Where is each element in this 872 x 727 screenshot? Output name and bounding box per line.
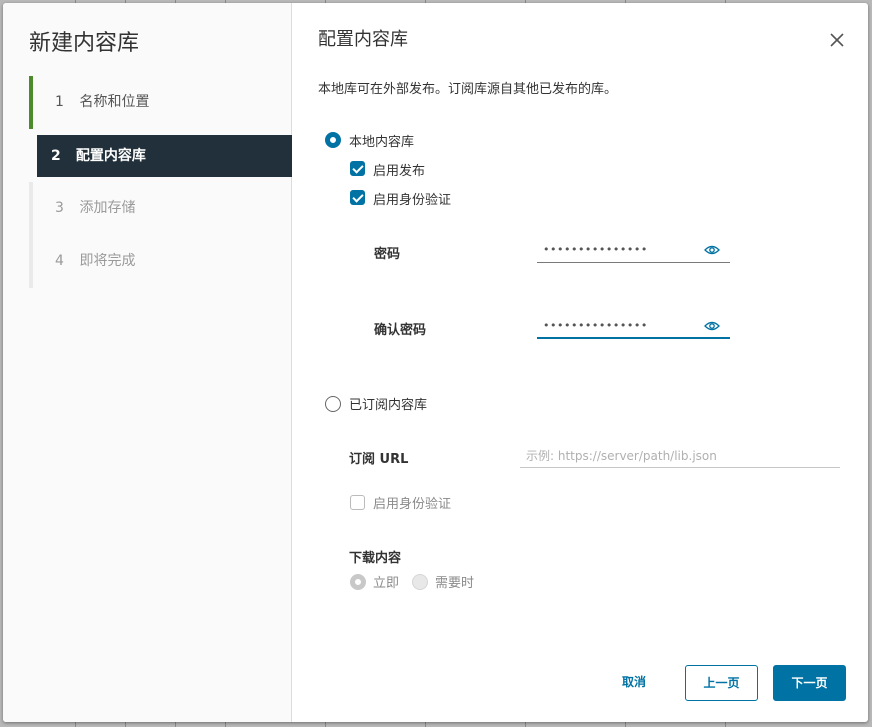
- subscription-url-input[interactable]: 示例: https://server/path/lib.json: [520, 444, 840, 468]
- password-field[interactable]: •••••••••••••••: [537, 241, 730, 263]
- enable-auth-label: 启用身份验证: [373, 193, 452, 208]
- local-library-radio[interactable]: [325, 132, 341, 148]
- step-number: 1: [55, 94, 64, 110]
- close-button[interactable]: [827, 30, 847, 50]
- step-ready-to-complete: 4 即将完成: [29, 235, 292, 288]
- cancel-button[interactable]: 取消: [609, 665, 659, 701]
- subscribed-library-radio[interactable]: [325, 396, 341, 412]
- next-button[interactable]: 下一页: [773, 665, 846, 701]
- step-name-location[interactable]: 1 名称和位置: [29, 76, 292, 129]
- wizard-dialog: 新建内容库 1 名称和位置 2 配置内容库 3 添加存储 4 即将完成 配置内容…: [3, 3, 868, 722]
- download-content-label: 下载内容: [349, 551, 402, 566]
- confirm-password-field[interactable]: •••••••••••••••: [537, 317, 730, 339]
- subscription-url-placeholder: 示例: https://server/path/lib.json: [526, 449, 717, 463]
- wizard-content: 配置内容库 本地库可在外部发布。订阅库源自其他已发布的库。 本地内容库 启用发布…: [293, 3, 868, 722]
- subscription-url-label: 订阅 URL: [349, 452, 409, 467]
- step-label: 名称和位置: [79, 94, 150, 110]
- password-label: 密码: [374, 247, 401, 262]
- subscribed-enable-auth-label: 启用身份验证: [373, 497, 452, 512]
- eye-icon[interactable]: [704, 244, 720, 256]
- download-immediately-radio[interactable]: [350, 574, 366, 590]
- download-when-needed-label: 需要时: [435, 576, 475, 591]
- page-description: 本地库可在外部发布。订阅库源自其他已发布的库。: [318, 82, 618, 97]
- wizard-title: 新建内容库: [29, 31, 140, 56]
- enable-publish-checkbox[interactable]: [350, 161, 365, 176]
- step-add-storage: 3 添加存储: [29, 182, 292, 235]
- wizard-steps: 1 名称和位置 2 配置内容库 3 添加存储 4 即将完成: [29, 76, 292, 288]
- step-label: 即将完成: [79, 253, 136, 269]
- enable-publish-label: 启用发布: [373, 164, 426, 179]
- subscribed-library-label: 已订阅内容库: [349, 398, 428, 413]
- step-number: 2: [51, 148, 61, 164]
- enable-auth-checkbox[interactable]: [350, 190, 365, 205]
- page-title: 配置内容库: [318, 29, 408, 50]
- confirm-password-label: 确认密码: [374, 323, 427, 338]
- step-number: 4: [55, 253, 64, 269]
- subscribed-enable-auth-checkbox[interactable]: [350, 495, 365, 510]
- local-library-label: 本地内容库: [349, 135, 415, 150]
- wizard-step-nav: 新建内容库 1 名称和位置 2 配置内容库 3 添加存储 4 即将完成: [3, 3, 292, 722]
- step-configure-library[interactable]: 2 配置内容库: [37, 135, 292, 177]
- step-label: 添加存储: [79, 200, 136, 216]
- previous-button[interactable]: 上一页: [685, 665, 758, 701]
- confirm-password-value: •••••••••••••••: [543, 319, 648, 332]
- password-value: •••••••••••••••: [543, 243, 648, 256]
- step-label: 配置内容库: [75, 148, 146, 164]
- step-number: 3: [55, 200, 64, 216]
- download-when-needed-radio[interactable]: [412, 574, 428, 590]
- download-immediately-label: 立即: [373, 576, 400, 591]
- eye-icon[interactable]: [704, 320, 720, 332]
- close-icon: [830, 33, 844, 47]
